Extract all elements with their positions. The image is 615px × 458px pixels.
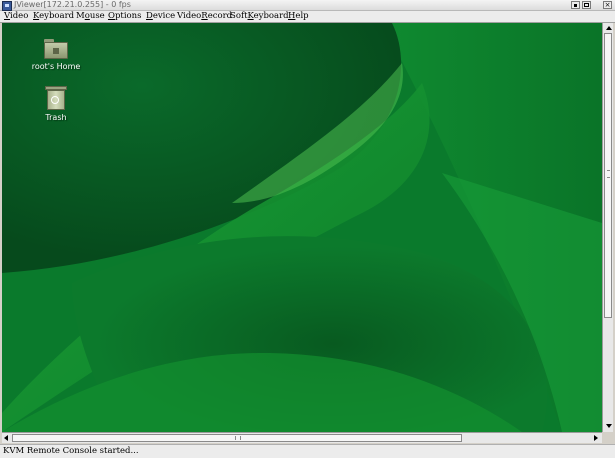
scrollbar-corner [602, 432, 613, 443]
menu-options[interactable]: Options [108, 11, 142, 22]
menu-video[interactable]: Video [4, 11, 28, 22]
close-icon: × [604, 1, 611, 9]
vertical-scroll-thumb[interactable] [604, 33, 612, 318]
jviewer-app-icon[interactable] [2, 1, 12, 11]
home-folder-icon [44, 39, 68, 59]
grip-icon [607, 170, 610, 178]
desktop-icon-label: root's Home [31, 62, 81, 71]
trash-icon [45, 86, 67, 110]
desktop-icon-home[interactable]: root's Home [31, 39, 81, 71]
menu-softkeyboard[interactable]: SoftKeyboard [230, 11, 289, 22]
menu-mouse[interactable]: Mouse [76, 11, 105, 22]
title-bar: JViewer[172.21.0.255] - 0 fps × [0, 0, 615, 11]
menu-keyboard[interactable]: Keyboard [33, 11, 74, 22]
window-title: JViewer[172.21.0.255] - 0 fps [14, 0, 131, 9]
menu-bar: Video Keyboard Mouse Options Device Vide… [0, 11, 615, 23]
remote-desktop-view[interactable]: root's Home Trash [2, 23, 602, 432]
status-bar: KVM Remote Console started... [0, 444, 615, 458]
close-button[interactable]: × [603, 1, 612, 9]
vertical-scrollbar[interactable] [602, 23, 613, 432]
horizontal-scrollbar[interactable] [2, 432, 602, 443]
scroll-right-arrow-icon[interactable] [594, 435, 598, 441]
scroll-down-arrow-icon[interactable] [606, 424, 612, 428]
scroll-left-arrow-icon[interactable] [4, 435, 8, 441]
menu-device[interactable]: Device [146, 11, 175, 22]
minimize-button[interactable] [571, 1, 580, 9]
maximize-button[interactable] [582, 1, 591, 9]
desktop-icon-trash[interactable]: Trash [31, 86, 81, 122]
horizontal-scroll-thumb[interactable] [12, 434, 462, 442]
grip-icon [235, 436, 241, 440]
scroll-up-arrow-icon[interactable] [606, 26, 612, 30]
desktop-wallpaper [2, 23, 602, 432]
menu-videorecord[interactable]: VideoRecord [177, 11, 232, 22]
status-message: KVM Remote Console started... [3, 446, 139, 456]
menu-help[interactable]: Help [288, 11, 309, 22]
desktop-icon-label: Trash [45, 113, 67, 122]
